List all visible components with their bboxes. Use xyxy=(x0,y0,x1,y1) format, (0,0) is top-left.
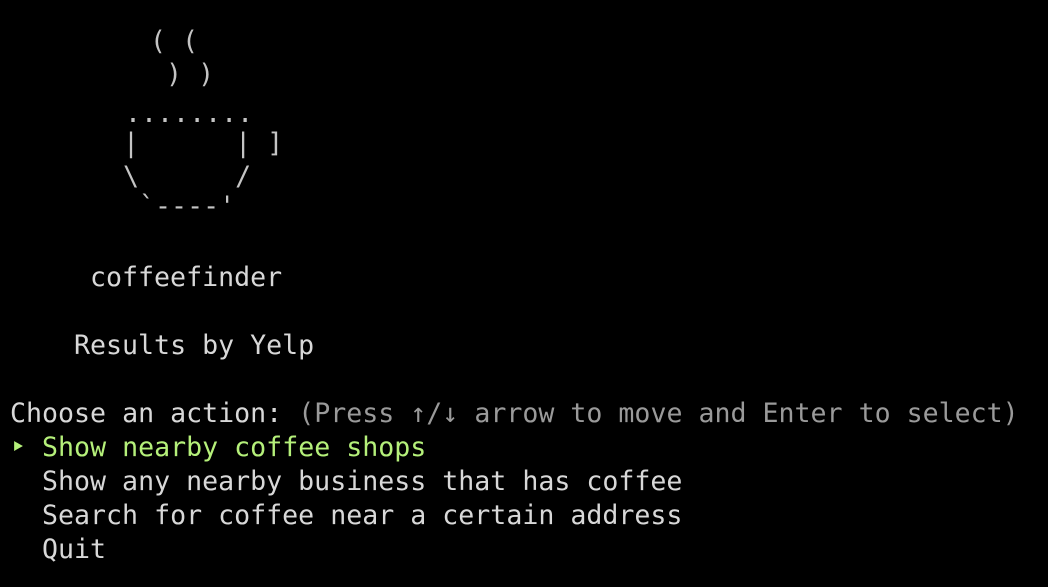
yelp-credit: Results by Yelp xyxy=(74,330,315,361)
prompt-label: Choose an action: xyxy=(10,398,283,429)
menu-item-show-any-business[interactable]: Show any nearby business that has coffee xyxy=(42,465,682,499)
prompt-hint: (Press ↑/↓ arrow to move and Enter to se… xyxy=(298,398,1019,429)
logo-art-line: `----' xyxy=(91,191,236,222)
menu-item-quit[interactable]: Quit xyxy=(42,533,106,567)
logo-art-line: ( ( xyxy=(86,26,199,57)
logo-art-line: ) ) xyxy=(86,59,215,90)
app-name: coffeefinder xyxy=(90,262,283,293)
action-prompt: Choose an action: (Press ↑/↓ arrow to mo… xyxy=(10,397,1019,431)
logo-art-line: ........ xyxy=(93,98,254,129)
logo-art-line: \ / xyxy=(91,161,252,192)
selection-pointer-icon: ‣ xyxy=(10,432,27,463)
menu-item-search-address[interactable]: Search for coffee near a certain address xyxy=(42,499,682,533)
logo-art-line: | | ] xyxy=(91,128,284,159)
menu-item-show-nearby-coffee-shops[interactable]: ‣ Show nearby coffee shops xyxy=(10,431,426,465)
menu-item-label: Show nearby coffee shops xyxy=(42,432,427,463)
